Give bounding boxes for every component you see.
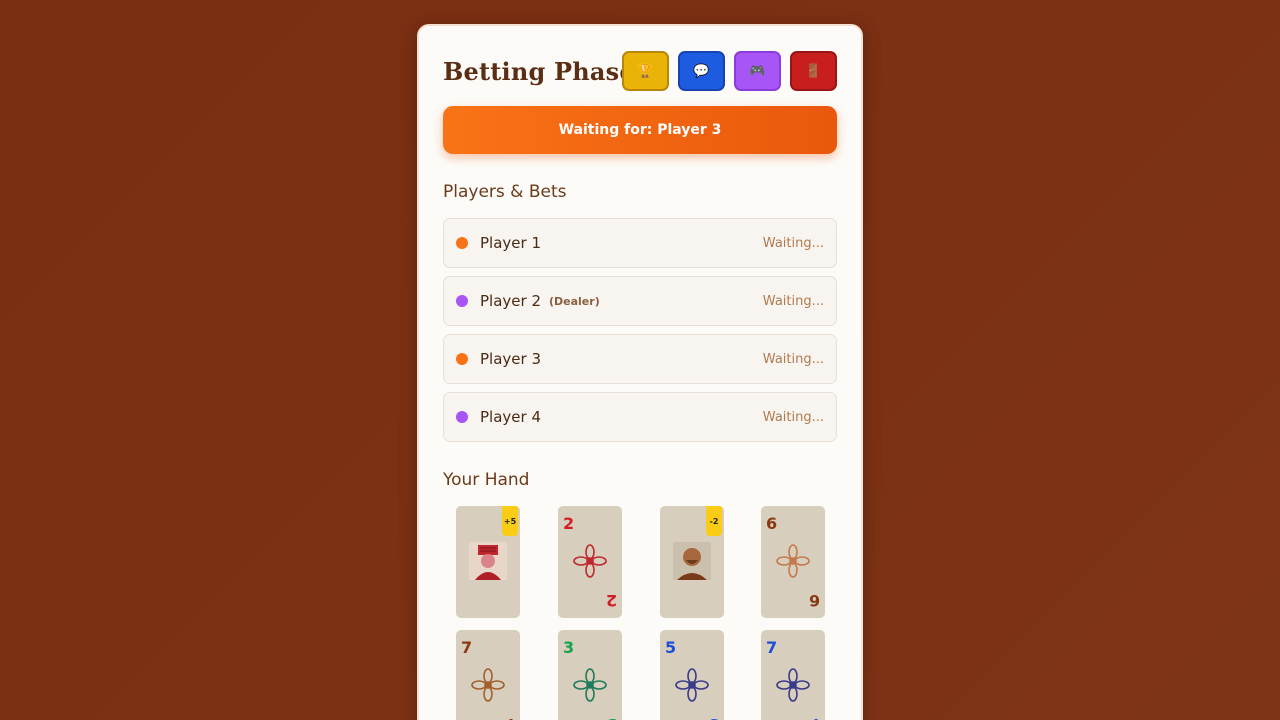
card-value: 5 <box>665 638 677 657</box>
card-value: 5 <box>708 715 719 720</box>
red-floral-icon <box>573 544 607 578</box>
player-name: Player 2 <box>480 292 541 310</box>
player-name: Player 4 <box>480 408 541 426</box>
orange-floral-icon <box>776 544 810 578</box>
hand-card[interactable]: 7 7 <box>761 630 825 720</box>
page-title: Betting Phase <box>443 56 635 86</box>
player-color-dot <box>456 411 468 423</box>
player-bet-status: Waiting... <box>762 293 824 309</box>
leaderboard-button[interactable]: 🏆 <box>622 51 669 91</box>
card-value: 7 <box>504 715 515 720</box>
player-row: Player 4 Waiting... <box>443 392 837 442</box>
player-row: Player 1 Waiting... <box>443 218 837 268</box>
chat-button[interactable]: 💬 <box>678 51 725 91</box>
hat-figure-icon <box>469 542 507 580</box>
toolbar: 🏆 💬 🎮 🚪 <box>622 51 837 91</box>
trophy-icon: 🏆 <box>637 63 654 79</box>
door-exit-icon: 🚪 <box>805 63 822 79</box>
game-panel: Betting Phase 🏆 💬 🎮 🚪 Waiting for: Playe… <box>417 24 863 720</box>
card-value: 7 <box>809 715 820 720</box>
header: Betting Phase 🏆 💬 🎮 🚪 <box>443 50 837 92</box>
hand-card[interactable]: 2 2 <box>558 506 622 618</box>
player-name: Player 3 <box>480 350 541 368</box>
green-floral-icon <box>573 668 607 702</box>
players-section-title: Players & Bets <box>443 182 567 202</box>
bonus-badge: +5 <box>502 506 518 536</box>
hand-card[interactable]: 3 3 <box>558 630 622 720</box>
hand-card[interactable]: 6 6 <box>761 506 825 618</box>
player-color-dot <box>456 237 468 249</box>
card-value: 2 <box>605 591 617 610</box>
player-row: Player 3 Waiting... <box>443 334 837 384</box>
player-bet-status: Waiting... <box>762 235 824 251</box>
hand-card[interactable]: 5 5 <box>660 630 724 720</box>
brown-floral-icon <box>471 668 505 702</box>
game-menu-button[interactable]: 🎮 <box>734 51 781 91</box>
bonus-badge: -2 <box>706 506 722 536</box>
card-value: 7 <box>766 638 778 657</box>
player-color-dot <box>456 295 468 307</box>
hand-card[interactable]: 7 7 <box>456 630 520 720</box>
player-name: Player 1 <box>480 234 541 252</box>
card-value: 3 <box>563 638 575 657</box>
player-row: Player 2 (Dealer) Waiting... <box>443 276 837 326</box>
bald-figure-icon <box>673 542 711 580</box>
player-color-dot <box>456 353 468 365</box>
card-value: 3 <box>606 715 617 720</box>
card-value: 2 <box>563 514 575 533</box>
card-value: 7 <box>461 638 473 657</box>
blue-floral-icon <box>776 668 810 702</box>
status-banner: Waiting for: Player 3 <box>443 106 837 154</box>
hand-card[interactable]: -2 <box>660 506 724 618</box>
hand-section-title: Your Hand <box>443 470 530 490</box>
exit-button[interactable]: 🚪 <box>790 51 837 91</box>
player-bet-status: Waiting... <box>762 409 824 425</box>
player-bet-status: Waiting... <box>762 351 824 367</box>
hand-card[interactable]: +5 <box>456 506 520 618</box>
gamepad-icon: 🎮 <box>749 63 766 79</box>
card-value: 6 <box>808 591 820 610</box>
dealer-label: (Dealer) <box>549 294 600 308</box>
blue-floral-icon <box>675 668 709 702</box>
card-value: 6 <box>766 514 778 533</box>
chat-icon: 💬 <box>693 63 710 79</box>
